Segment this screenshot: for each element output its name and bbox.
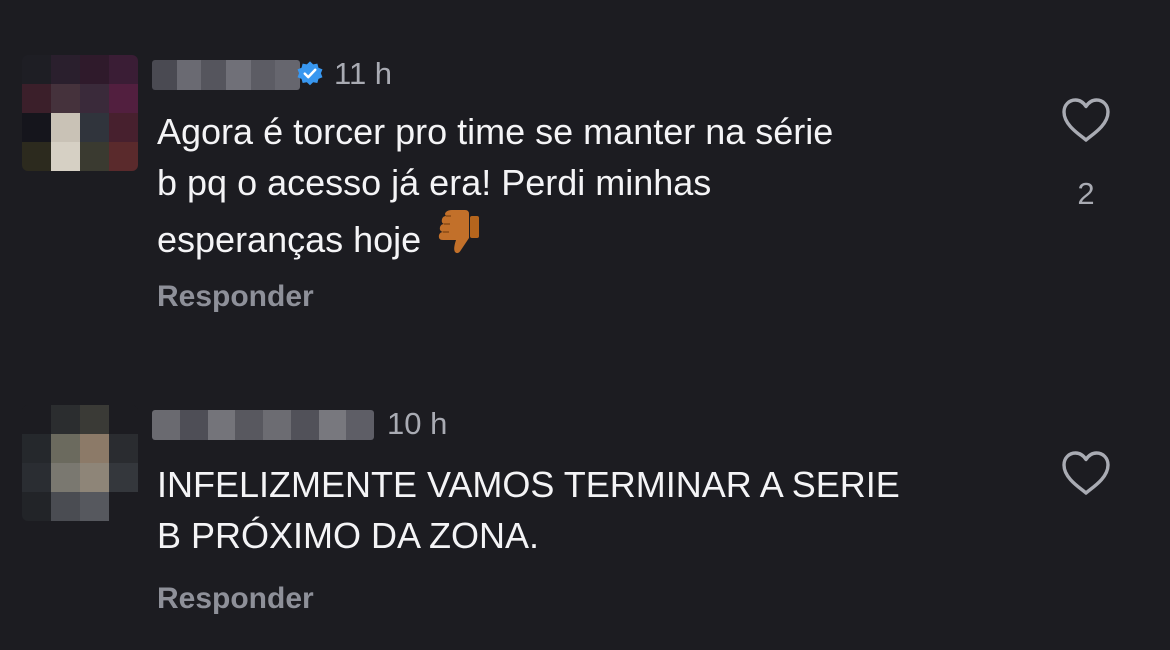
- username-redacted[interactable]: [152, 410, 374, 440]
- username-redacted[interactable]: [152, 60, 300, 90]
- reply-button[interactable]: Responder: [157, 280, 314, 314]
- reply-button[interactable]: Responder: [157, 582, 314, 616]
- comment: 10 h INFELIZMENTE VAMOS TERMINAR A SERIE…: [0, 390, 1170, 650]
- comment-text: Agora é torcer pro time se manter na sér…: [157, 106, 1037, 265]
- like-count: 2: [1077, 176, 1095, 211]
- thumbs-down-icon: [439, 210, 480, 254]
- like-heart-icon[interactable]: [1060, 96, 1112, 144]
- comment: 11 h Agora é torcer pro time se manter n…: [0, 0, 1170, 340]
- avatar[interactable]: [22, 405, 138, 521]
- timestamp: 10 h: [387, 406, 448, 441]
- timestamp: 11 h: [334, 56, 393, 91]
- avatar[interactable]: [22, 55, 138, 171]
- comment-text-content: Agora é torcer pro time se manter na sér…: [157, 111, 834, 260]
- like-heart-icon[interactable]: [1060, 449, 1112, 497]
- verified-badge-icon: [297, 61, 323, 86]
- comment-text: INFELIZMENTE VAMOS TERMINAR A SERIE B PR…: [157, 464, 900, 556]
